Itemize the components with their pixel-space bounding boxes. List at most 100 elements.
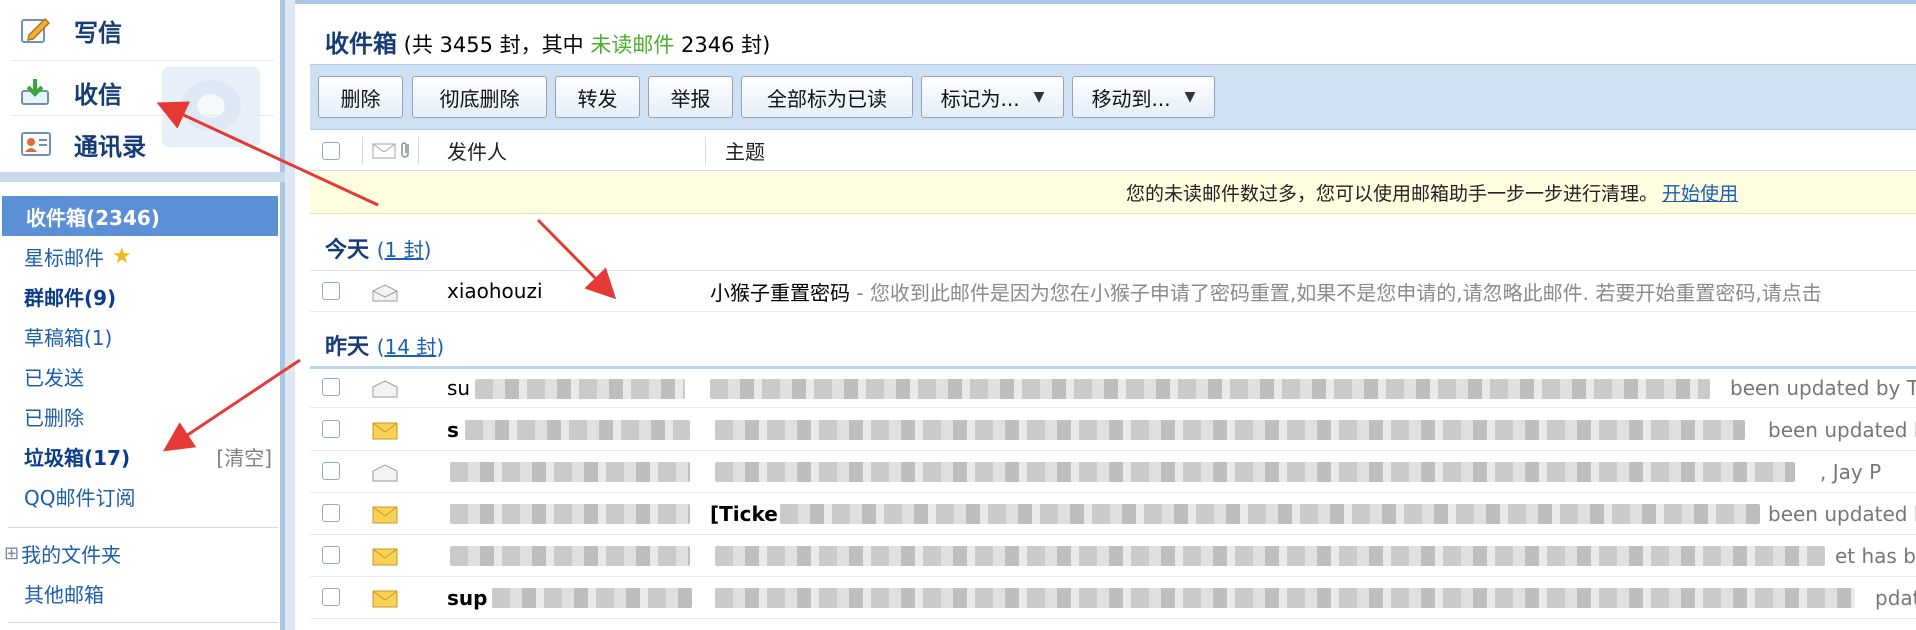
row-checkbox[interactable] bbox=[322, 282, 340, 300]
row-checkbox[interactable] bbox=[322, 588, 340, 606]
mail-row[interactable]: [Ticke been updated b bbox=[310, 493, 1916, 535]
row-checkbox[interactable] bbox=[322, 462, 340, 480]
delete-forever-button[interactable]: 彻底删除 bbox=[412, 76, 547, 118]
notice-bar: 您的未读邮件数过多，您可以使用邮箱助手一步一步进行清理。 开始使用 bbox=[310, 172, 1916, 214]
contacts-label: 通讯录 bbox=[74, 132, 146, 161]
folder-drafts-label: 草稿箱(1) bbox=[24, 325, 113, 350]
delete-button-label: 删除 bbox=[340, 86, 381, 111]
mail-sender: su bbox=[447, 376, 471, 400]
mail-list-panel: 收件箱 (共 3455 封，其中 未读邮件 2346 封) 删除 彻底删除 转发… bbox=[295, 0, 1916, 630]
group-today-count[interactable]: 1 封 bbox=[385, 238, 424, 262]
folder-qq-subscribe[interactable]: QQ邮件订阅 bbox=[0, 476, 280, 516]
page-title-text: 收件箱 bbox=[325, 30, 397, 58]
divider bbox=[12, 60, 274, 61]
divider bbox=[418, 137, 419, 165]
folder-sent-label: 已发送 bbox=[24, 365, 84, 390]
folder-group-label: 群邮件(9) bbox=[24, 285, 117, 310]
mail-row[interactable]: xiaohouzi 小猴子重置密码 - 您收到此邮件是因为您在小猴子申请了密码重… bbox=[310, 270, 1916, 312]
divider bbox=[8, 527, 278, 528]
expand-icon[interactable]: ⊞ bbox=[4, 543, 19, 564]
folder-other-mail[interactable]: 其他邮箱 bbox=[0, 573, 280, 613]
report-button[interactable]: 举报 bbox=[648, 76, 733, 118]
folder-deleted[interactable]: 已删除 bbox=[0, 396, 280, 436]
folder-spam[interactable]: 垃圾箱(17) [清空] bbox=[0, 436, 280, 476]
move-to-label: 移动到... bbox=[1091, 86, 1171, 111]
report-button-label: 举报 bbox=[670, 86, 711, 111]
contacts-icon bbox=[18, 128, 54, 160]
folder-spam-label: 垃圾箱(17) bbox=[24, 445, 131, 470]
folder-inbox[interactable]: 收件箱(2346) bbox=[2, 196, 278, 236]
forward-button[interactable]: 转发 bbox=[555, 76, 640, 118]
folder-sent[interactable]: 已发送 bbox=[0, 356, 280, 396]
select-all-checkbox[interactable] bbox=[322, 142, 340, 160]
unread-mail-link[interactable]: 未读邮件 bbox=[590, 33, 674, 57]
mail-preview-tail: pdat bbox=[1875, 585, 1916, 610]
row-checkbox[interactable] bbox=[322, 378, 340, 396]
group-today-count-open: ( bbox=[376, 238, 385, 262]
mail-sender: s bbox=[447, 417, 459, 442]
unread-mail-icon bbox=[372, 590, 398, 608]
quick-actions-panel: 写信 收信 通讯录 bbox=[0, 0, 285, 172]
folder-group[interactable]: 群邮件(9) bbox=[0, 276, 280, 316]
row-checkbox[interactable] bbox=[322, 504, 340, 522]
folder-starred-label: 星标邮件 bbox=[24, 245, 104, 270]
mail-subject-title: 小猴子重置密码 bbox=[710, 280, 850, 305]
move-to-dropdown[interactable]: 移动到... ▼ bbox=[1072, 76, 1215, 118]
folder-other-mail-label: 其他邮箱 bbox=[24, 582, 104, 607]
mail-row[interactable]: s been updated b bbox=[310, 409, 1916, 451]
group-yesterday-count[interactable]: 14 封 bbox=[385, 335, 437, 359]
redacted-sender bbox=[465, 420, 690, 440]
mail-preview-tail: been updated b bbox=[1768, 501, 1916, 526]
mail-row[interactable]: et has be bbox=[310, 535, 1916, 577]
divider bbox=[705, 137, 706, 165]
redacted-sender bbox=[450, 504, 690, 524]
sender-column-header[interactable]: 发件人 bbox=[447, 136, 507, 165]
chevron-down-icon: ▼ bbox=[1033, 89, 1045, 105]
notice-text: 您的未读邮件数过多，您可以使用邮箱助手一步一步进行清理。 bbox=[1125, 183, 1658, 205]
folder-starred[interactable]: 星标邮件 ★ bbox=[0, 236, 280, 276]
folder-inbox-label: 收件箱(2346) bbox=[26, 205, 160, 230]
folder-my-folders-label: 我的文件夹 bbox=[21, 542, 122, 567]
mail-row[interactable]: sup pdat bbox=[310, 577, 1916, 619]
folder-drafts[interactable]: 草稿箱(1) bbox=[0, 316, 280, 356]
unread-mail-icon bbox=[372, 548, 398, 566]
mail-row[interactable]: su been updated by Ta bbox=[310, 366, 1916, 408]
redacted-subject bbox=[715, 546, 1825, 566]
mail-preview-tail: , Jay P bbox=[1820, 459, 1882, 484]
read-mail-icon bbox=[372, 464, 398, 482]
group-yesterday-count-close: ) bbox=[436, 335, 445, 359]
mail-preview-tail: et has be bbox=[1835, 543, 1916, 568]
redacted-sender bbox=[492, 588, 692, 608]
mark-as-dropdown[interactable]: 标记为... ▼ bbox=[921, 76, 1064, 118]
redacted-sender bbox=[450, 546, 690, 566]
group-yesterday-label: 昨天 bbox=[325, 335, 370, 360]
row-checkbox[interactable] bbox=[322, 420, 340, 438]
subject-column-header[interactable]: 主题 bbox=[725, 136, 765, 165]
mark-all-read-button-label: 全部标为已读 bbox=[767, 86, 887, 111]
redacted-sender bbox=[450, 462, 690, 482]
receive-button[interactable]: 收信 bbox=[18, 66, 268, 118]
mail-preview: 您收到此邮件是因为您在小猴子申请了密码重置,如果不是您申请的,请忽略此邮件. 若… bbox=[869, 280, 1822, 305]
folder-my-folders[interactable]: ⊞ 我的文件夹 bbox=[0, 533, 280, 573]
redacted-subject bbox=[715, 420, 1745, 440]
attachment-icon bbox=[401, 142, 409, 158]
spam-clear-link[interactable]: [清空] bbox=[216, 442, 272, 471]
delete-button[interactable]: 删除 bbox=[318, 76, 403, 118]
receive-icon bbox=[18, 76, 54, 108]
mark-as-label: 标记为... bbox=[940, 86, 1020, 111]
mark-all-read-button[interactable]: 全部标为已读 bbox=[741, 76, 913, 118]
toolbar: 删除 彻底删除 转发 举报 全部标为已读 标记为... ▼ 移动到... ▼ bbox=[310, 64, 1916, 130]
row-checkbox[interactable] bbox=[322, 546, 340, 564]
mail-row[interactable]: , Jay P bbox=[310, 451, 1916, 493]
contacts-button[interactable]: 通讯录 bbox=[18, 118, 268, 170]
group-today: 今天 (1 封) bbox=[325, 232, 431, 264]
mail-separator: - bbox=[850, 280, 870, 305]
notice-start-link[interactable]: 开始使用 bbox=[1662, 179, 1738, 206]
group-today-count-close: ) bbox=[423, 238, 432, 262]
left-sidebar: 写信 收信 通讯录 收件箱(2346) 星标邮件 ★ 群邮件(9) 草稿箱(1)… bbox=[0, 0, 285, 630]
receive-label: 收信 bbox=[74, 80, 122, 109]
chevron-down-icon: ▼ bbox=[1184, 89, 1196, 105]
redacted-subject bbox=[715, 588, 1855, 608]
folder-deleted-label: 已删除 bbox=[24, 405, 84, 430]
compose-button[interactable]: 写信 bbox=[18, 4, 268, 56]
